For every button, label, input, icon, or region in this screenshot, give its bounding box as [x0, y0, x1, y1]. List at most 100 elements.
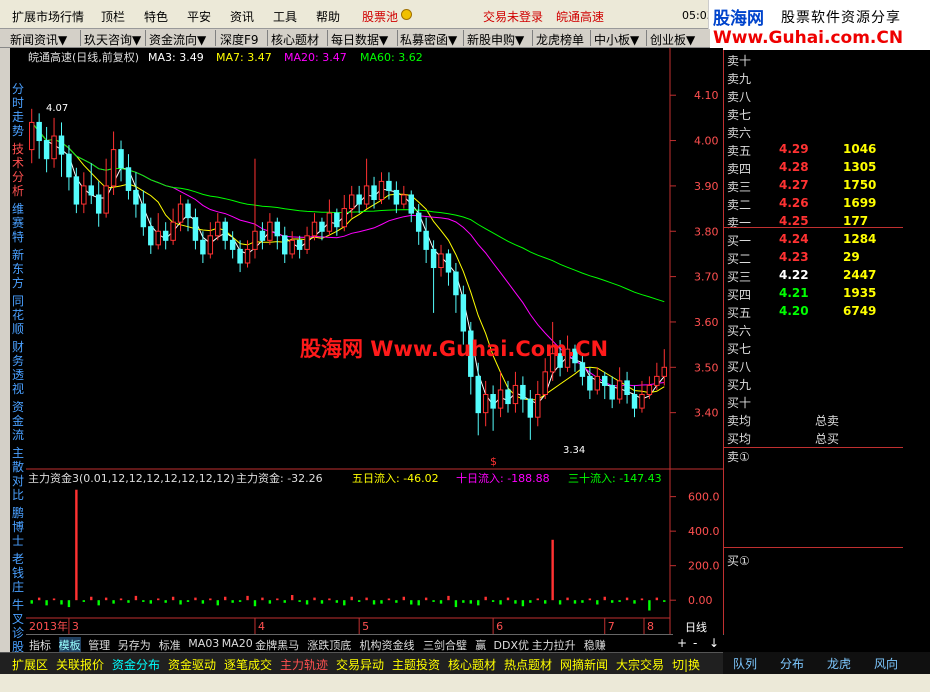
candle-body — [326, 212, 333, 232]
candle-body — [103, 185, 109, 214]
left-tab-3[interactable]: 新东方 — [10, 248, 26, 290]
status-tab-6[interactable]: 交易异动 — [336, 656, 384, 673]
price-tick-label: 3.90 — [694, 180, 719, 193]
indicator-tab-14[interactable]: 稳赚 — [584, 637, 606, 653]
left-tab-9[interactable]: 老钱庄 — [10, 552, 26, 594]
indicator-tab-2[interactable]: 管理 — [88, 637, 110, 653]
toolbar-capital-flow[interactable]: 资金流向▼ — [149, 31, 206, 48]
indicator-tab-8[interactable]: 涨跌顶底 — [307, 637, 351, 653]
candle-body — [542, 371, 548, 396]
toolbar-core-theme[interactable]: 核心题材 — [271, 31, 319, 48]
status-tab-2[interactable]: 资金分布 — [112, 656, 160, 673]
indicator-tab-7[interactable]: 金牌黑马 — [255, 637, 299, 653]
toolbar-daily-data[interactable]: 每日数据▼ — [331, 31, 388, 48]
toolbar-f9[interactable]: 深度F9 — [220, 31, 259, 48]
indicator-tab-0[interactable]: 指标 — [29, 637, 51, 653]
menu-item-ext-market[interactable]: 扩展市场行情 — [12, 8, 84, 25]
indicator-bar — [581, 600, 584, 603]
right-tab-bar: 队列 分布 龙虎 风向 — [723, 652, 930, 674]
indicator-tab-6[interactable]: MA20 — [222, 637, 253, 650]
indicator-tab-12[interactable]: DDX优 — [494, 637, 529, 653]
sell-level-label: 卖六 — [727, 126, 752, 140]
candle-body — [363, 185, 370, 205]
candle-body — [140, 203, 147, 228]
indicator-bar — [268, 600, 272, 604]
indicator-tab-1[interactable]: 模板 — [58, 637, 81, 653]
menu-item-tools[interactable]: 工具 — [273, 8, 297, 25]
indicator-tab-10[interactable]: 三剑合璧 — [423, 637, 467, 653]
left-tab-7[interactable]: 主散对比 — [10, 446, 26, 502]
trade-login-status[interactable]: 交易未登录 — [483, 8, 543, 25]
brand-url: Www.Guhai.com.CN — [713, 28, 904, 48]
zoom-out-button[interactable]: - — [693, 636, 697, 650]
status-tab-9[interactable]: 热点题材 — [504, 656, 552, 673]
stock-pool-link[interactable]: 股票池 — [362, 8, 398, 25]
status-tab-0[interactable]: 扩展区 — [12, 656, 48, 673]
scroll-down-button[interactable]: ↓ — [709, 636, 719, 650]
right-tab-0[interactable]: 队列 — [733, 655, 757, 672]
left-tab-1[interactable]: 技术分析 — [10, 142, 26, 198]
toolbar-jiutian[interactable]: 玖天咨询▼ — [84, 31, 141, 48]
indicator-main: 主力资金: -32.26 — [236, 471, 323, 485]
indicator-bar — [477, 600, 480, 606]
status-tab-5[interactable]: 主力轨迹 — [280, 656, 328, 673]
toolbar-private-letter[interactable]: 私募密函▼ — [400, 31, 457, 48]
buy-level-label: 买六 — [727, 324, 752, 338]
left-tab-6[interactable]: 资金流 — [10, 400, 26, 442]
period-daily[interactable]: 日线 — [685, 619, 707, 635]
toolbar-sme[interactable]: 中小板▼ — [594, 31, 639, 48]
indicator-tab-13[interactable]: 主力拉升 — [532, 637, 576, 653]
toolbar-ipo[interactable]: 新股申购▼ — [467, 31, 524, 48]
candle-body — [215, 221, 221, 237]
indicator-bar — [618, 600, 621, 602]
indicator-tab-9[interactable]: 机构资金线 — [360, 637, 415, 653]
status-tab-11[interactable]: 大宗交易 — [616, 656, 664, 673]
menu-item-news[interactable]: 资讯 — [230, 8, 254, 25]
menu-item-help[interactable]: 帮助 — [316, 8, 340, 25]
toolbar-separator — [646, 30, 647, 46]
left-tab-8[interactable]: 鹏博士 — [10, 506, 26, 548]
indicator-bar — [164, 600, 167, 603]
left-scrollbar[interactable] — [0, 48, 10, 652]
left-tab-10[interactable]: 牛叉诊股 — [10, 598, 26, 654]
sell-average-label: 卖均 — [727, 414, 752, 428]
candle-body — [88, 185, 94, 196]
status-tab-7[interactable]: 主题投资 — [392, 656, 440, 673]
status-tab-3[interactable]: 资金驱动 — [168, 656, 216, 673]
status-tab-4[interactable]: 逐笔成交 — [224, 656, 272, 673]
left-tab-4[interactable]: 同花顺 — [10, 294, 26, 336]
toolbar-chinext[interactable]: 创业板▼ — [650, 31, 695, 48]
status-tab-8[interactable]: 核心题材 — [448, 656, 496, 673]
indicator-tab-11[interactable]: 赢 — [475, 637, 486, 653]
left-tab-0[interactable]: 分时走势 — [10, 82, 26, 138]
sell-level-label: 卖三 — [727, 180, 752, 194]
left-tab-5[interactable]: 财务透视 — [10, 340, 26, 396]
candle-body — [535, 394, 541, 418]
toolbar-news[interactable]: 新闻资讯▼ — [10, 31, 67, 48]
indicator-bar — [320, 600, 324, 604]
indicator-tab-3[interactable]: 另存为 — [118, 637, 151, 653]
left-tab-2[interactable]: 维赛特 — [10, 202, 26, 244]
right-tab-2[interactable]: 龙虎 — [827, 655, 851, 672]
candle-body — [631, 394, 638, 409]
indicator-tab-5[interactable]: MA03 — [188, 637, 219, 650]
indicator-tab-4[interactable]: 标准 — [159, 637, 181, 653]
menu-item-pingan[interactable]: 平安 — [187, 8, 211, 25]
buy-volume: 2447 — [843, 268, 877, 282]
indicator-bar — [395, 600, 398, 603]
zoom-in-button[interactable]: + — [677, 636, 687, 650]
status-tab-12[interactable]: 切|换 — [672, 656, 700, 673]
menu-item-special[interactable]: 特色 — [144, 8, 168, 25]
status-tab-1[interactable]: 关联报价 — [56, 656, 104, 673]
price-tick-label: 3.70 — [694, 271, 719, 284]
right-tab-1[interactable]: 分布 — [780, 655, 804, 672]
right-tab-3[interactable]: 风向 — [874, 655, 898, 672]
buy-volume: 1935 — [843, 286, 877, 300]
indicator-bar — [179, 600, 182, 605]
indicator-bar — [484, 596, 487, 601]
menu-item-topbar[interactable]: 顶栏 — [101, 8, 125, 25]
indicator-bar — [365, 597, 368, 601]
status-tab-10[interactable]: 网摘新闻 — [560, 656, 608, 673]
toolbar-dragon-tiger[interactable]: 龙虎榜单 — [536, 31, 584, 48]
indicator-bar — [491, 600, 495, 602]
